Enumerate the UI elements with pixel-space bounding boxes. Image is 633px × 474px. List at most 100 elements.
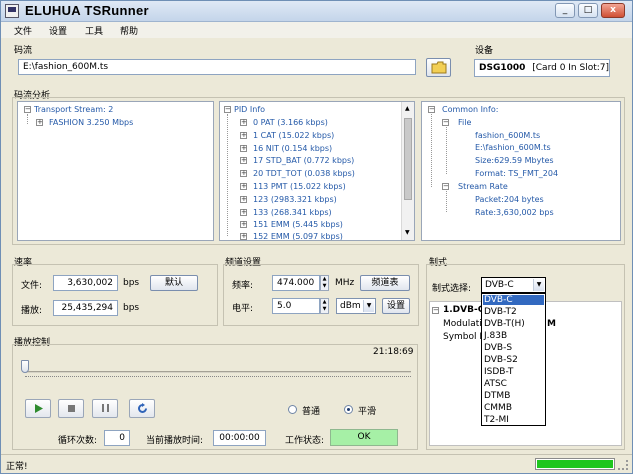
dropdown-option[interactable]: J.83B [484, 331, 507, 341]
tree-collapse-icon[interactable]: − [442, 183, 449, 190]
menu-file[interactable]: 文件 [14, 24, 32, 37]
chevron-down-icon[interactable]: ▼ [533, 279, 544, 291]
tree-expand-icon[interactable]: + [240, 119, 247, 126]
pause-button[interactable] [92, 399, 118, 418]
tree-item[interactable]: 0 PAT (3.166 kbps) [253, 118, 328, 127]
channel-table-button[interactable]: 频道表 [360, 275, 410, 291]
pid-tree-panel[interactable]: − PID Info + 0 PAT (3.166 kbps) + 1 CAT … [219, 101, 415, 241]
tree-item[interactable]: 152 EMM (5.097 kbps) [253, 232, 343, 240]
loop-count-input[interactable]: 0 [104, 430, 130, 446]
level-spinner[interactable]: ▲ ▼ [320, 298, 329, 314]
scrollbar-thumb[interactable] [404, 118, 412, 200]
menu-tools[interactable]: 工具 [85, 24, 103, 37]
tree-expand-icon[interactable]: + [240, 132, 247, 139]
dropdown-option[interactable]: T2-MI [484, 415, 509, 425]
play-rate-input[interactable]: 25,435,294 [53, 300, 118, 316]
tree-collapse-icon[interactable]: − [442, 119, 449, 126]
info-tree-panel[interactable]: − Common Info: − File fashion_600M.ts E:… [421, 101, 621, 241]
device-section-label: 设备 [475, 46, 494, 56]
level-input[interactable]: 5.0 [272, 298, 320, 314]
tree-item[interactable]: Packet:204 bytes [475, 195, 544, 204]
tree-item[interactable]: 133 (268.341 kbps) [253, 208, 332, 217]
play-rate-label: 播放: [21, 306, 43, 316]
device-display: DSG1000 [Card 0 In Slot:7] [474, 59, 610, 77]
progress-slider-thumb[interactable] [21, 360, 29, 373]
tree-item[interactable]: 151 EMM (5.445 kbps) [253, 220, 343, 229]
dropdown-option[interactable]: DVB-T2 [484, 307, 517, 317]
tree-expand-icon[interactable]: + [240, 196, 247, 203]
chevron-down-icon[interactable]: ▼ [363, 300, 374, 312]
resize-grip-icon[interactable] [618, 460, 628, 470]
level-set-button[interactable]: 设置 [382, 298, 410, 314]
tree-item[interactable]: 123 (2983.321 kbps) [253, 195, 337, 204]
tree-item[interactable]: fashion_600M.ts [475, 131, 540, 140]
tree-item[interactable]: Size:629.59 Mbytes [475, 156, 554, 165]
tree-expand-icon[interactable]: + [240, 233, 247, 240]
tree-item[interactable]: File [458, 118, 471, 127]
tree-collapse-icon[interactable]: − [224, 106, 231, 113]
mode-normal-radio[interactable] [288, 405, 297, 414]
stream-path-input[interactable]: E:\fashion_600M.ts [18, 59, 416, 75]
dropdown-option[interactable]: CMMB [484, 403, 512, 413]
scroll-down-icon[interactable]: ▼ [405, 229, 410, 236]
tree-collapse-icon[interactable]: − [428, 106, 435, 113]
stop-button[interactable] [58, 399, 84, 418]
file-rate-input[interactable]: 3,630,002 [53, 275, 118, 291]
menu-settings[interactable]: 设置 [49, 24, 67, 37]
minimize-button[interactable]: _ [555, 3, 575, 18]
tree-expand-icon[interactable]: + [240, 157, 247, 164]
dropdown-option[interactable]: ATSC [484, 379, 507, 389]
modulation-select[interactable]: DVB-C ▼ [481, 277, 546, 293]
maximize-button[interactable]: □ [578, 3, 598, 18]
tree-expand-icon[interactable]: + [240, 221, 247, 228]
tree-collapse-icon[interactable]: − [432, 307, 439, 314]
dropdown-option[interactable]: DVB-S2 [484, 355, 518, 365]
play-button[interactable] [25, 399, 51, 418]
tree-expand-icon[interactable]: + [240, 209, 247, 216]
open-file-button[interactable] [426, 58, 451, 77]
tree-expand-icon[interactable]: + [240, 170, 247, 177]
tree-item[interactable]: 17 STD_BAT (0.772 kbps) [253, 156, 354, 165]
work-state-label: 工作状态: [285, 436, 325, 446]
current-time-label: 当前播放时间: [146, 436, 204, 446]
modulation-dropdown-list[interactable]: DVB-C DVB-T2 DVB-T(H) J.83B DVB-S DVB-S2… [481, 293, 546, 426]
loop-button[interactable] [129, 399, 155, 418]
tree-item[interactable]: PID Info [234, 105, 265, 114]
pid-tree-scrollbar[interactable]: ▲ ▼ [401, 102, 414, 240]
close-button[interactable]: x [601, 3, 625, 18]
dropdown-option[interactable]: DVB-C [483, 295, 544, 305]
dropdown-option[interactable]: DVB-T(H) [484, 319, 525, 329]
default-rate-button[interactable]: 默认 [150, 275, 198, 291]
tree-collapse-icon[interactable]: − [24, 106, 31, 113]
tree-item[interactable]: 113 PMT (15.022 kbps) [253, 182, 346, 191]
tree-item[interactable]: Common Info: [442, 105, 498, 114]
progress-track[interactable] [25, 371, 411, 373]
dropdown-option[interactable]: ISDB-T [484, 367, 513, 377]
mode-smooth-radio[interactable] [344, 405, 353, 414]
refresh-icon [137, 403, 147, 413]
tree-item[interactable]: 16 NIT (0.154 kbps) [253, 144, 332, 153]
tree-item[interactable]: Transport Stream: 2 [34, 105, 113, 114]
status-bar: 正常! [1, 454, 632, 473]
status-progress-fill [537, 460, 613, 468]
freq-input[interactable]: 474.000 [272, 275, 320, 291]
tree-item[interactable]: FASHION 3.250 Mbps [49, 118, 133, 127]
tree-item[interactable]: E:\fashion_600M.ts [475, 143, 551, 152]
title-bar[interactable]: ELUHUA TSRunner _ □ x [1, 1, 632, 22]
dropdown-option[interactable]: DVB-S [484, 343, 512, 353]
tree-item[interactable]: Format: TS_FMT_204 [475, 169, 558, 178]
tree-item[interactable]: Stream Rate [458, 182, 508, 191]
level-unit-select[interactable]: dBm ▼ [336, 298, 376, 314]
tree-expand-icon[interactable]: + [240, 183, 247, 190]
tree-item[interactable]: Rate:3,630,002 bps [475, 208, 554, 217]
menu-help[interactable]: 帮助 [120, 24, 138, 37]
dropdown-option[interactable]: DTMB [484, 391, 510, 401]
tree-item[interactable]: 1 CAT (15.022 kbps) [253, 131, 334, 140]
scroll-up-icon[interactable]: ▲ [405, 105, 410, 112]
freq-spinner[interactable]: ▲ ▼ [320, 275, 329, 291]
tree-expand-icon[interactable]: + [36, 119, 43, 126]
tree-expand-icon[interactable]: + [240, 145, 247, 152]
tree-item[interactable]: 20 TDT_TOT (0.038 kbps) [253, 169, 355, 178]
folder-icon [431, 61, 446, 74]
ts-tree-panel[interactable]: − Transport Stream: 2 + FASHION 3.250 Mb… [17, 101, 214, 241]
